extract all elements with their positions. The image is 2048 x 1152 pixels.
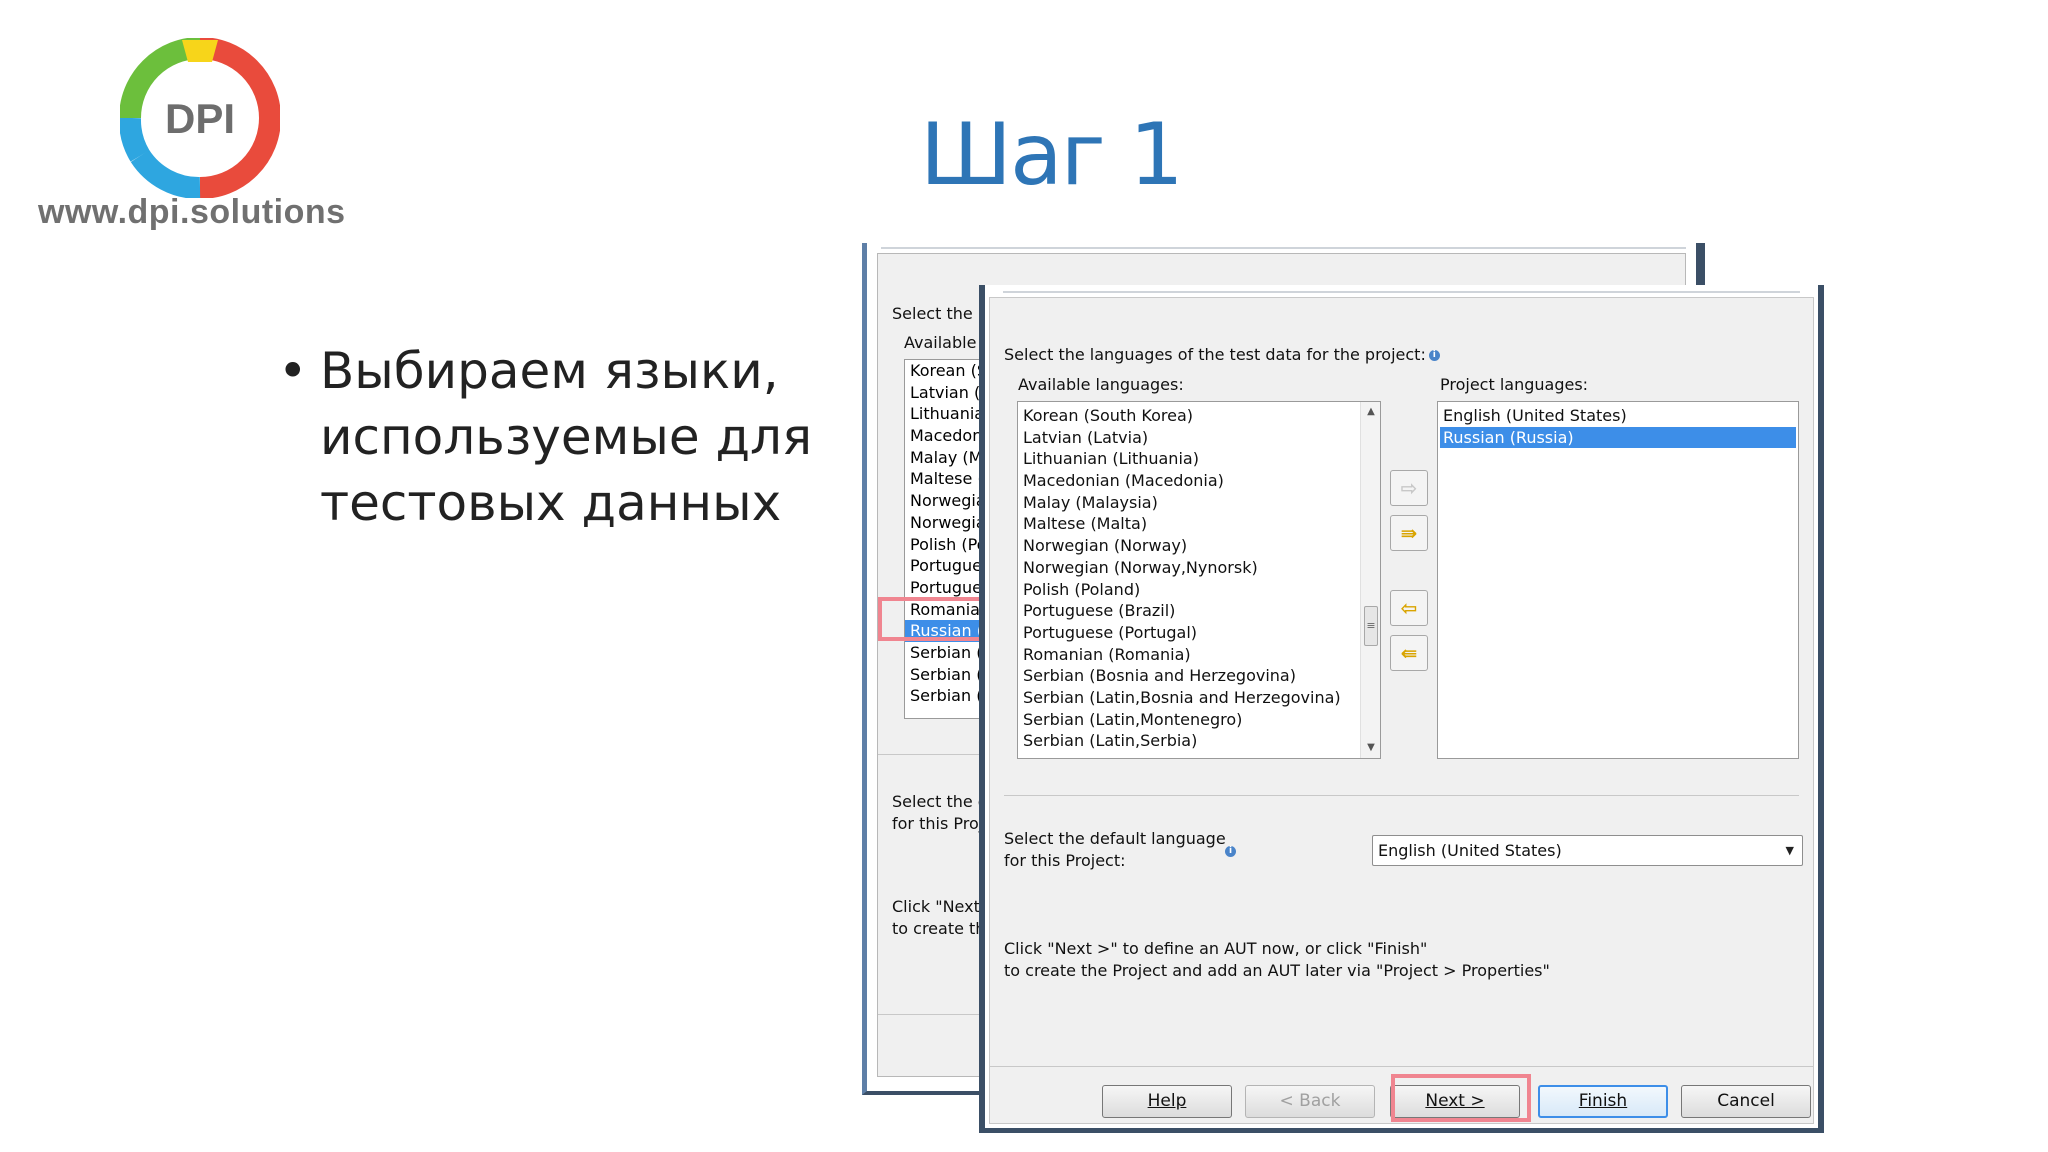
- available-language-item[interactable]: Norwegian (Norway): [1018, 535, 1358, 557]
- available-language-item[interactable]: Maltese (Malta): [1018, 513, 1358, 535]
- back-button[interactable]: < Back: [1245, 1085, 1375, 1118]
- cancel-button[interactable]: Cancel: [1681, 1085, 1811, 1118]
- label-default-language: Select the default language for this Pro…: [1004, 828, 1226, 872]
- add-language-button[interactable]: ⇨: [1390, 470, 1428, 506]
- chevron-down-icon[interactable]: ▼: [1786, 836, 1794, 865]
- label-available-languages: Available languages:: [1018, 375, 1184, 394]
- remove-all-languages-button[interactable]: ⇚: [1390, 635, 1428, 671]
- label-select-languages: Select the languages of the test data fo…: [1004, 345, 1440, 364]
- label-default-line2: for this Project:: [1004, 851, 1126, 870]
- label-default-line1: Select the default language: [1004, 829, 1226, 848]
- available-language-item[interactable]: Serbian (Latin,Montenegro): [1018, 709, 1358, 731]
- label-click-next-info: Click "Next >" to define an AUT now, or …: [1004, 938, 1550, 982]
- project-language-item[interactable]: English (United States): [1440, 405, 1796, 427]
- highlight-russian-box: [878, 597, 990, 641]
- available-language-item[interactable]: Romanian (Romania): [1018, 644, 1358, 666]
- cancel-button-label: Cancel: [1717, 1091, 1775, 1111]
- label-project-languages: Project languages:: [1440, 375, 1589, 394]
- available-language-item[interactable]: Malay (Malaysia): [1018, 492, 1358, 514]
- project-language-item[interactable]: Russian (Russia): [1440, 426, 1796, 449]
- available-language-item[interactable]: Macedonian (Macedonia): [1018, 470, 1358, 492]
- available-language-item[interactable]: Portuguese (Portugal): [1018, 622, 1358, 644]
- highlight-next-box: [1391, 1074, 1531, 1122]
- help-button-label: Help: [1147, 1091, 1187, 1111]
- double-arrow-right-icon: ⇛: [1400, 521, 1418, 545]
- remove-language-button[interactable]: ⇦: [1390, 590, 1428, 626]
- available-language-item[interactable]: Latvian (Latvia): [1018, 427, 1358, 449]
- available-language-item[interactable]: Korean (South Korea): [1018, 405, 1358, 427]
- svg-text:DPI: DPI: [165, 95, 235, 142]
- available-language-item[interactable]: Serbian (Bosnia and Herzegovina): [1018, 665, 1358, 687]
- info-icon[interactable]: i: [1428, 350, 1440, 361]
- dialog-top-rule: [881, 247, 1686, 249]
- dialog-body: Select the languages of the test data fo…: [989, 297, 1814, 1124]
- available-language-item[interactable]: Portuguese (Brazil): [1018, 600, 1358, 622]
- slide-title: Шаг 1: [920, 105, 1184, 205]
- bullet-point: • Выбираем языки, используемые для тесто…: [278, 338, 838, 536]
- add-all-languages-button[interactable]: ⇛: [1390, 515, 1428, 551]
- project-languages-dialog: Select the languages of the test data fo…: [979, 285, 1824, 1133]
- scroll-up-arrow-icon[interactable]: ▲: [1361, 402, 1380, 422]
- finish-button-label: Finish: [1578, 1091, 1628, 1111]
- help-button[interactable]: Help: [1102, 1085, 1232, 1118]
- click-info-line2: to create the Project and add an AUT lat…: [1004, 961, 1550, 980]
- available-language-item[interactable]: Norwegian (Norway,Nynorsk): [1018, 557, 1358, 579]
- arrow-right-icon: ⇨: [1400, 476, 1418, 500]
- bullet-text: Выбираем языки, используемые для тестовы…: [320, 342, 813, 532]
- separator: [990, 1066, 1813, 1067]
- available-language-item[interactable]: Polish (Poland): [1018, 579, 1358, 601]
- arrow-left-icon: ⇦: [1400, 596, 1418, 620]
- vertical-scrollbar[interactable]: ▲ ≡ ▼: [1360, 402, 1380, 758]
- project-languages-rows: English (United States) Russian (Russia): [1440, 405, 1796, 449]
- available-language-item[interactable]: Serbian (Latin,Serbia): [1018, 730, 1358, 752]
- click-info-line1: Click "Next >" to define an AUT now, or …: [1004, 939, 1428, 958]
- available-language-item[interactable]: Serbian (Latin,Bosnia and Herzegovina): [1018, 687, 1358, 709]
- logo-url: www.dpi.solutions: [38, 193, 346, 231]
- project-languages-list[interactable]: English (United States) Russian (Russia): [1437, 401, 1799, 759]
- available-languages-list[interactable]: Korean (South Korea) Latvian (Latvia) Lith…: [1017, 401, 1381, 759]
- back-button-label: < Back: [1279, 1091, 1341, 1111]
- scroll-down-arrow-icon[interactable]: ▼: [1361, 738, 1380, 758]
- double-arrow-left-icon: ⇚: [1400, 641, 1418, 665]
- bullet-dot: •: [278, 342, 308, 400]
- finish-button[interactable]: Finish: [1538, 1085, 1668, 1118]
- dialog-top-rule: [1003, 291, 1800, 293]
- default-language-dropdown[interactable]: English (United States) ▼: [1372, 835, 1803, 866]
- available-languages-rows: Korean (South Korea) Latvian (Latvia) Lith…: [1018, 405, 1358, 752]
- separator: [1004, 795, 1799, 796]
- scroll-thumb[interactable]: ≡: [1364, 606, 1378, 646]
- info-icon[interactable]: i: [1225, 846, 1236, 857]
- dpi-logo: DPI: [120, 38, 280, 198]
- available-language-item[interactable]: Lithuanian (Lithuania): [1018, 448, 1358, 470]
- default-language-value: English (United States): [1378, 841, 1562, 860]
